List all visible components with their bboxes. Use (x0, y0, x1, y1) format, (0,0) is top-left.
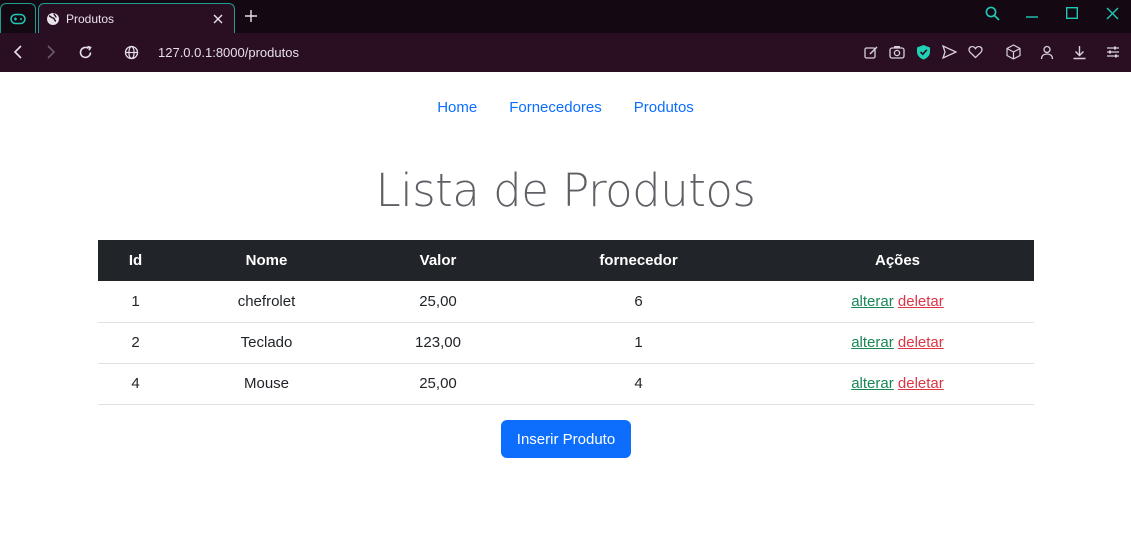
reload-button[interactable] (74, 41, 96, 63)
close-icon (213, 14, 223, 23)
arrow-right-icon (47, 45, 56, 59)
heart-icon (967, 45, 983, 59)
column-header-id: Id (128, 252, 143, 269)
top-navigation: Home Fornecedores Produtos (0, 99, 1131, 116)
favorite-button[interactable] (965, 42, 985, 62)
alterar-link[interactable]: alterar (851, 293, 894, 310)
browser-tab-bar: Produtos (0, 0, 1131, 33)
column-header-acoes: Ações (874, 252, 921, 269)
user-icon (1040, 45, 1054, 59)
minimize-icon (1026, 16, 1038, 18)
cell-acoes: alterar deletar (761, 281, 1034, 322)
globe-icon (47, 12, 59, 25)
close-tab-button[interactable] (208, 9, 228, 29)
send-button[interactable] (939, 42, 959, 62)
cell-nome: Mouse (243, 375, 290, 392)
nav-link-produtos[interactable]: Produtos (618, 99, 710, 116)
downloads-button[interactable] (1069, 42, 1089, 62)
send-icon (941, 45, 957, 59)
globe-icon (124, 45, 138, 59)
cell-fornecedor: 4 (634, 375, 643, 392)
gamepad-icon (10, 13, 26, 24)
maximize-icon (1066, 7, 1078, 19)
nav-link-fornecedores[interactable]: Fornecedores (493, 99, 618, 116)
address-bar: 127.0.0.1:8000/produtos (0, 33, 1131, 72)
arrow-left-icon (13, 45, 22, 59)
search-icon (985, 6, 1000, 21)
extensions-button[interactable] (1003, 42, 1023, 62)
cell-id: 1 (131, 292, 140, 310)
alterar-link[interactable]: alterar (851, 375, 894, 392)
cell-valor: 123,00 (415, 334, 461, 351)
cell-nome: chefrolet (237, 292, 296, 310)
cell-acoes: alterar deletar (761, 322, 1034, 363)
cube-icon (1005, 44, 1021, 60)
tab-produtos[interactable]: Produtos (38, 3, 235, 33)
profile-button[interactable] (1037, 42, 1057, 62)
camera-icon (889, 46, 905, 59)
back-button[interactable] (7, 41, 29, 63)
deletar-link[interactable]: deletar (898, 334, 944, 351)
site-info-button[interactable] (120, 41, 142, 63)
edit-page-button[interactable] (861, 42, 881, 62)
table-row: 2 Teclado 123,00 1 alterar deletar (98, 322, 1034, 363)
cell-fornecedor: 1 (634, 334, 643, 351)
column-header-valor: Valor (419, 252, 457, 269)
cell-valor: 25,00 (419, 292, 457, 310)
new-tab-button[interactable] (240, 5, 262, 27)
plus-icon (245, 10, 257, 22)
close-icon (1106, 7, 1118, 19)
download-icon (1073, 45, 1085, 59)
snapshot-button[interactable] (887, 42, 907, 62)
cell-nome: Teclado (240, 334, 293, 351)
page-title: Lista de Produtos (375, 164, 756, 217)
cell-acoes: alterar deletar (761, 363, 1034, 404)
cell-valor: 25,00 (419, 375, 457, 392)
column-header-fornecedor: fornecedor (599, 252, 678, 269)
easy-setup-button[interactable] (1103, 42, 1123, 62)
deletar-link[interactable]: deletar (898, 293, 944, 310)
close-window-button[interactable] (1099, 2, 1125, 24)
cell-id: 4 (131, 375, 140, 392)
url-field[interactable]: 127.0.0.1:8000/produtos (158, 45, 299, 60)
products-table: Id Nome Valor fornecedor Ações 1 chefrol… (98, 240, 1034, 405)
edit-icon (863, 45, 878, 59)
table-row: 4 Mouse 25,00 4 alterar deletar (98, 363, 1034, 404)
cell-fornecedor: 6 (634, 292, 643, 310)
alterar-link[interactable]: alterar (851, 334, 894, 351)
table-header-row: Id Nome Valor fornecedor Ações (98, 240, 1034, 281)
forward-button[interactable] (40, 41, 62, 63)
reload-icon (79, 45, 92, 58)
cell-id: 2 (131, 334, 140, 351)
minimize-button[interactable] (1019, 2, 1045, 24)
sliders-icon (1107, 46, 1119, 58)
search-tabs-button[interactable] (979, 2, 1005, 24)
shield-check-icon (916, 45, 930, 60)
tab-title: Produtos (66, 11, 115, 26)
maximize-button[interactable] (1059, 2, 1085, 24)
deletar-link[interactable]: deletar (898, 375, 944, 392)
nav-link-home[interactable]: Home (421, 99, 493, 116)
table-row: 1 chefrolet 25,00 6 alterar deletar (98, 281, 1034, 322)
gaming-tab[interactable] (0, 3, 36, 33)
insert-product-button[interactable]: Inserir Produto (501, 420, 631, 458)
column-header-nome: Nome (245, 252, 288, 269)
adblock-button[interactable] (913, 42, 933, 62)
